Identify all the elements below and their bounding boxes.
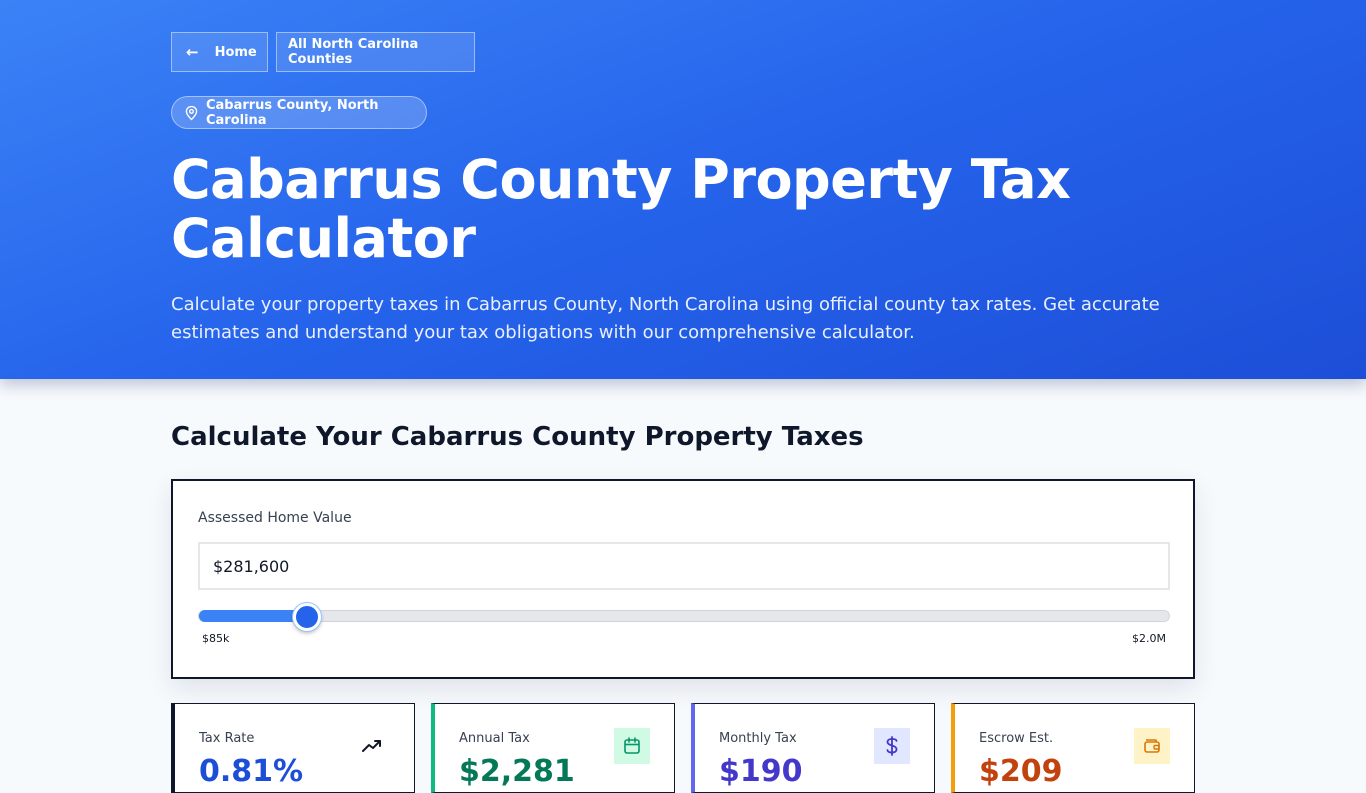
escrow-label: Escrow Est. (979, 731, 1054, 746)
slider-thumb[interactable] (292, 603, 321, 631)
slider-max-label: $2.0M (1132, 632, 1166, 645)
page-title: Cabarrus County Property Tax Calculator (171, 148, 1071, 270)
annual-tax-value: $2,281 (459, 754, 575, 789)
trending-up-icon (354, 728, 390, 764)
location-badge-label: Cabarrus County, North Carolina (205, 97, 379, 128)
hero-banner: ← Home All North Carolina Counties Cabar… (0, 0, 1366, 379)
home-button-label: Home (214, 44, 257, 60)
page-description: Calculate your property taxes in Cabarru… (171, 294, 1160, 343)
monthly-tax-label: Monthly Tax (719, 731, 797, 746)
escrow-value: $209 (979, 754, 1063, 789)
calendar-icon (614, 728, 650, 764)
dollar-icon (874, 728, 910, 764)
tax-rate-value: 0.81% (199, 754, 304, 789)
tax-rate-card: Tax Rate 0.81% (171, 703, 415, 793)
escrow-card: Escrow Est. $209 (951, 703, 1195, 793)
monthly-tax-value: $190 (719, 754, 803, 789)
annual-tax-label: Annual Tax (459, 731, 530, 746)
slider-min-label: $85k (202, 632, 230, 645)
calculator-panel: Assessed Home Value $85k $2.0M (171, 479, 1195, 679)
calculator-section-title: Calculate Your Cabarrus County Property … (171, 422, 864, 452)
home-value-input[interactable] (198, 542, 1170, 590)
wallet-icon (1134, 728, 1170, 764)
all-counties-label: All North Carolina Counties (288, 37, 419, 67)
monthly-tax-card: Monthly Tax $190 (691, 703, 935, 793)
home-value-label: Assessed Home Value (198, 510, 352, 526)
location-badge: Cabarrus County, North Carolina (171, 96, 427, 129)
all-counties-button[interactable]: All North Carolina Counties (276, 32, 475, 72)
home-value-slider[interactable] (198, 603, 1170, 631)
annual-tax-card: Annual Tax $2,281 (431, 703, 675, 793)
arrow-left-icon: ← (186, 43, 199, 61)
tax-rate-label: Tax Rate (199, 731, 255, 746)
home-button[interactable]: ← Home (171, 32, 268, 72)
map-pin-icon (185, 105, 198, 120)
